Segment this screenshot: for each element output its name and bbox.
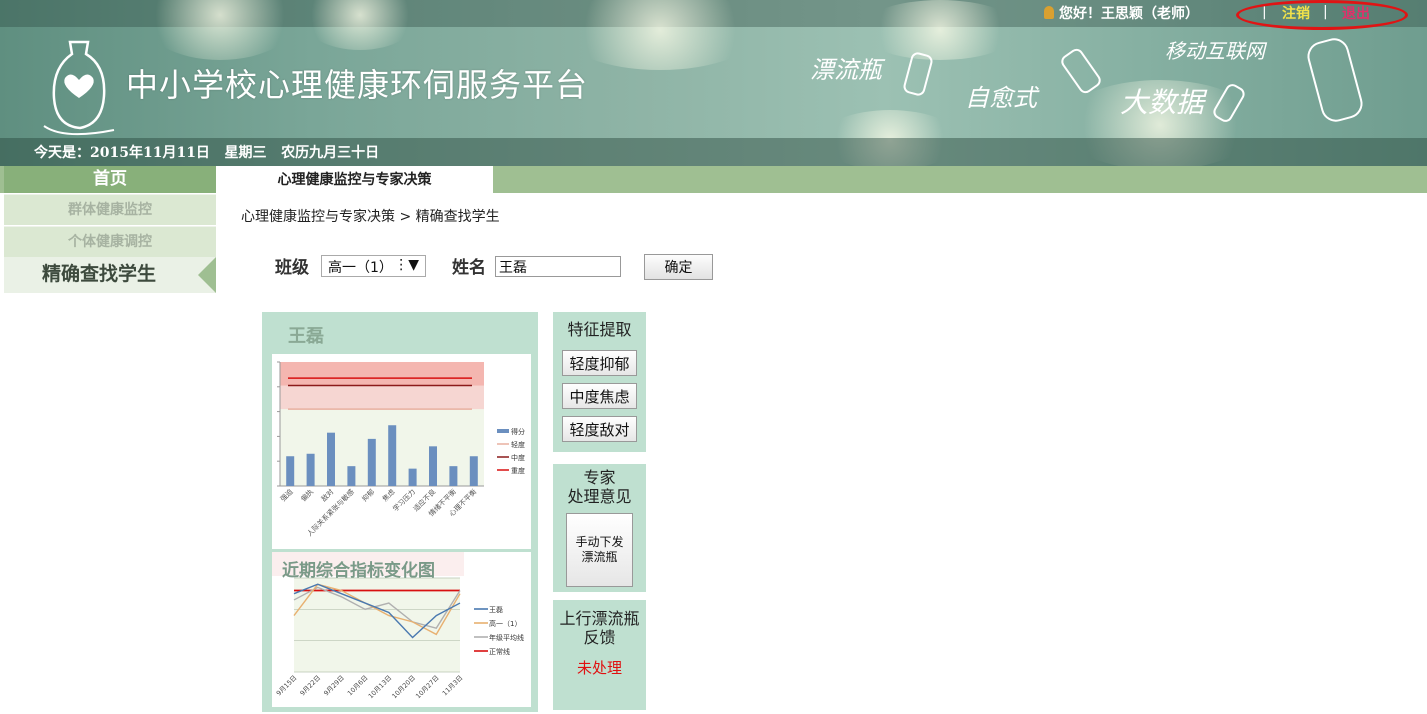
legend-label: 王磊: [489, 606, 503, 614]
bar: [449, 466, 458, 486]
feedback-panel: 上行漂流瓶 反馈 未处理: [553, 600, 646, 710]
expert-title-line2: 处理意见: [567, 487, 632, 506]
bar: [388, 425, 397, 486]
sidebar-item-find-student[interactable]: 精确查找学生: [4, 257, 216, 293]
x-tick-label: 10月20日: [390, 674, 417, 701]
legend-label: 重度: [511, 466, 525, 475]
bar: [286, 456, 295, 486]
x-tick-label: 强迫: [278, 487, 294, 503]
legend-label: 得分: [511, 427, 525, 436]
student-panel: 王磊 强迫 偏执 敌对 人际关系紧张与敏感 抑郁 焦虑 学习压力 适应不良 情绪不平衡 心理不平衡…: [262, 312, 538, 712]
chevron-down-icon: ⋮▼: [394, 257, 419, 273]
user-greeting: 您好！王思颖（老师）: [1044, 3, 1199, 23]
bokeh-light: [300, 0, 420, 50]
bar: [327, 432, 335, 486]
student-name: 王磊: [288, 326, 324, 347]
name-input[interactable]: [495, 256, 621, 277]
slogan-text: 移动互联网: [1165, 39, 1268, 63]
banner-slogan-art: 漂流瓶 自愈式 大数据 移动互联网: [810, 38, 1363, 122]
bokeh-light: [560, 0, 760, 70]
bar: [429, 446, 437, 486]
feedback-title-line2: 反馈: [583, 628, 616, 647]
date-line: 今天是：2015年11月11日 星期三 农历九月三十日: [34, 145, 380, 161]
bar: [408, 468, 417, 486]
manual-send-bottle-button[interactable]: 手动下发 漂流瓶: [566, 513, 633, 587]
site-title: 中小学校心理健康环伺服务平台: [126, 66, 589, 104]
expert-title-line1: 专家: [583, 468, 616, 487]
sidebar-item-group-monitoring[interactable]: 群体健康监控: [4, 194, 216, 225]
tab-monitoring-decision[interactable]: 心理健康监控与专家决策: [216, 166, 493, 193]
trend-line-chart: 9月15日 9月22日 9月29日 10月6日 10月13日 10月20日 10月27日 11…: [272, 552, 531, 707]
breadcrumb: 心理健康监控与专家决策 > 精确查找学生: [241, 209, 500, 225]
x-tick-label: 11月3日: [441, 674, 465, 698]
score-bar-chart: 强迫 偏执 敌对 人际关系紧张与敏感 抑郁 焦虑 学习压力 适应不良 情绪不平衡 心理不平衡 得分轻…: [272, 354, 531, 549]
sidebar-item-individual-adjust[interactable]: 个体健康调控: [4, 226, 216, 257]
bar: [367, 438, 376, 486]
x-tick-label: 偏执: [299, 487, 315, 503]
score-bar-chart-svg: 强迫 偏执 敌对人际关系紧张与敏感 抑郁 焦虑学习压力适应不良情绪不平衡心理不平衡得分轻…: [277, 361, 525, 538]
class-label: 班级: [275, 258, 309, 278]
bottle-heart-logo-icon: [43, 40, 115, 136]
legend-label: 轻度: [511, 440, 525, 449]
feature-tag-button[interactable]: 中度焦虑: [562, 383, 637, 409]
legend-label: 年级平均线: [489, 633, 524, 642]
x-tick-label: 10月27日: [414, 674, 441, 701]
expert-panel: 专家 处理意见 手动下发 漂流瓶: [553, 464, 646, 592]
moderate-band: [280, 362, 484, 386]
x-tick-label: 抑郁: [360, 487, 376, 503]
chart-title: 近期综合指标变化图: [282, 561, 435, 581]
slogan-text: 自愈式: [965, 84, 1040, 112]
user-icon: [1044, 6, 1054, 19]
feature-panel: 特征提取 轻度抑郁 中度焦虑 轻度敌对: [553, 312, 646, 452]
feature-tag-button[interactable]: 轻度敌对: [562, 416, 637, 442]
slogan-text: 大数据: [1120, 86, 1208, 119]
legend-label: 正常线: [489, 647, 510, 656]
bokeh-light: [140, 0, 300, 60]
bar: [347, 466, 356, 486]
x-tick-label: 焦虑: [380, 487, 396, 503]
x-tick-label: 10月13日: [367, 674, 394, 701]
x-tick-label: 9月15日: [275, 674, 299, 698]
x-tick-label: 敌对: [319, 487, 335, 503]
feedback-title-line1: 上行漂流瓶: [559, 609, 640, 628]
slogan-text: 漂流瓶: [810, 56, 886, 84]
app-root: 中小学校心理健康环伺服务平台 漂流瓶 自愈式 大数据 移动互联网 您好！王思颖（…: [0, 0, 1427, 714]
x-tick-label: 9月29日: [322, 674, 346, 698]
legend-label: 高一（1）: [489, 619, 521, 628]
class-select-value: 高一（1）: [328, 260, 393, 276]
confirm-button[interactable]: 确定: [644, 254, 713, 280]
active-arrow-icon: [198, 257, 216, 293]
feature-title: 特征提取: [567, 320, 632, 339]
header-banner: 中小学校心理健康环伺服务平台 漂流瓶 自愈式 大数据 移动互联网 您好！王思颖（…: [0, 0, 1427, 166]
class-select[interactable]: 高一（1） ⋮▼: [321, 255, 426, 277]
bar: [469, 456, 478, 486]
legend-label: 中度: [511, 453, 525, 462]
plot-area: [294, 578, 460, 672]
greeting-text: 您好！王思颖（老师）: [1059, 6, 1199, 22]
name-label: 姓名: [452, 258, 486, 278]
button-line: 漂流瓶: [581, 550, 618, 564]
bar: [306, 453, 315, 486]
feature-tag-button[interactable]: 轻度抑郁: [562, 350, 637, 376]
sidebar-item-label: 精确查找学生: [41, 263, 156, 285]
x-tick-label: 10月6日: [346, 674, 370, 698]
feedback-status[interactable]: 未处理: [553, 657, 646, 678]
nav-home[interactable]: 首页: [4, 166, 216, 193]
annotation-ellipse: [1236, 0, 1408, 30]
button-line: 手动下发: [575, 535, 624, 549]
x-tick-label: 9月22日: [298, 674, 322, 698]
